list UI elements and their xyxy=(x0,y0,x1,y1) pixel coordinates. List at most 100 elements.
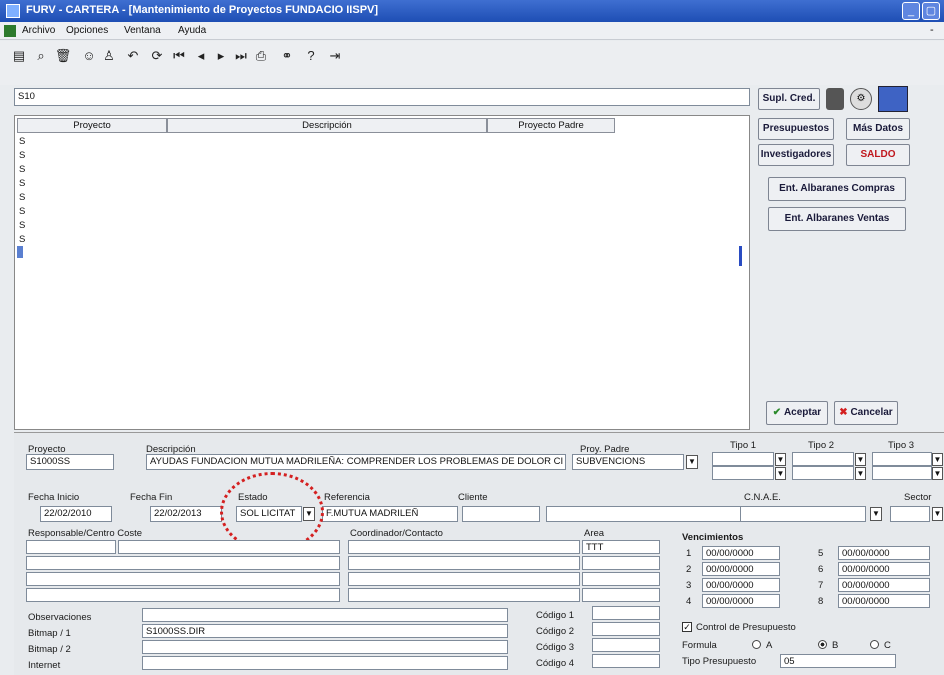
descripcion-field[interactable]: AYUDAS FUNDACION MUTUA MADRILEÑA: COMPRE… xyxy=(146,454,566,470)
table-row[interactable]: S xyxy=(19,220,25,231)
ent-albaranes-ventas-button[interactable]: Ent. Albaranes Ventas xyxy=(768,207,906,231)
tipo3-field-2[interactable] xyxy=(872,466,932,480)
mdi-minimize-button[interactable]: - xyxy=(930,24,934,36)
table-row[interactable]: S xyxy=(19,150,25,161)
vencimiento-field[interactable]: 00/00/0000 xyxy=(702,546,780,560)
table-row[interactable]: S xyxy=(19,192,25,203)
cancelar-button[interactable]: ✖ Cancelar xyxy=(834,401,898,425)
vencimiento-field[interactable]: 00/00/0000 xyxy=(702,594,780,608)
table-row[interactable]: S xyxy=(19,136,25,147)
area-field-4[interactable] xyxy=(582,588,660,602)
chevron-down-icon[interactable]: ▼ xyxy=(855,453,866,466)
column-header-descripcion[interactable]: Descripción xyxy=(167,118,487,133)
refresh-icon[interactable]: ⟳ xyxy=(148,47,166,65)
sector-field[interactable] xyxy=(890,506,930,522)
column-header-proyecto[interactable]: Proyecto xyxy=(17,118,167,133)
bitmap2-field[interactable] xyxy=(142,640,508,654)
bitmap1-field[interactable]: S1000SS.DIR xyxy=(142,624,508,638)
next-icon[interactable]: ▸ xyxy=(212,47,230,65)
chevron-down-icon[interactable]: ▼ xyxy=(932,507,943,521)
chevron-down-icon[interactable]: ▼ xyxy=(870,507,882,521)
binoculars-icon[interactable]: ⚭ xyxy=(278,47,296,65)
vencimiento-field[interactable]: 00/00/0000 xyxy=(838,546,930,560)
chevron-down-icon[interactable]: ▼ xyxy=(855,467,866,480)
settings-icon[interactable]: ⚙ xyxy=(850,88,872,110)
chevron-down-icon[interactable]: ▼ xyxy=(932,453,943,466)
investigadores-button[interactable]: Investigadores xyxy=(758,144,834,166)
saldo-button[interactable]: SALDO xyxy=(846,144,910,166)
codigo2-field[interactable] xyxy=(592,622,660,636)
fecha-fin-field[interactable]: 22/02/2013 xyxy=(150,506,222,522)
responsable-field-2[interactable] xyxy=(26,556,340,570)
responsable-field-3[interactable] xyxy=(26,572,340,586)
table-row[interactable]: S xyxy=(19,234,25,245)
vencimiento-field[interactable]: 00/00/0000 xyxy=(702,562,780,576)
first-icon[interactable]: ⏮ xyxy=(170,47,188,65)
chevron-down-icon[interactable]: ▼ xyxy=(775,467,786,480)
vencimiento-field[interactable]: 00/00/0000 xyxy=(838,594,930,608)
delete-icon[interactable]: 🗑 xyxy=(54,47,72,65)
control-presupuesto-checkbox[interactable]: ✓ xyxy=(682,622,692,632)
codigo1-field[interactable] xyxy=(592,606,660,620)
menu-archivo[interactable]: Archivo xyxy=(22,25,55,36)
mas-datos-button[interactable]: Más Datos xyxy=(846,118,910,140)
area-field-2[interactable] xyxy=(582,556,660,570)
prev-icon[interactable]: ◂ xyxy=(192,47,210,65)
trash-icon[interactable] xyxy=(826,88,844,110)
chevron-down-icon[interactable]: ▼ xyxy=(775,453,786,466)
codigo3-field[interactable] xyxy=(592,638,660,652)
responsable-field[interactable] xyxy=(26,540,116,554)
formula-a-radio[interactable] xyxy=(752,640,761,649)
vencimiento-field[interactable]: 00/00/0000 xyxy=(702,578,780,592)
cliente-field[interactable] xyxy=(462,506,540,522)
area-field[interactable]: TTT xyxy=(582,540,660,554)
fecha-inicio-field[interactable]: 22/02/2010 xyxy=(40,506,112,522)
tipo1-field-2[interactable] xyxy=(712,466,774,480)
proy-padre-field[interactable]: SUBVENCIONS xyxy=(572,454,684,470)
tipo3-field[interactable] xyxy=(872,452,932,466)
exit-icon[interactable]: ⇥ xyxy=(326,47,344,65)
observaciones-field[interactable] xyxy=(142,608,508,622)
chevron-down-icon[interactable]: ▼ xyxy=(686,455,698,469)
printer-icon[interactable]: ⎙ xyxy=(252,47,270,65)
coordinador-field[interactable] xyxy=(348,540,580,554)
supl-cred-button[interactable]: Supl. Cred. xyxy=(758,88,820,110)
restore-button[interactable]: ▢ xyxy=(922,2,940,20)
area-field-3[interactable] xyxy=(582,572,660,586)
tipo-presupuesto-field[interactable]: 05 xyxy=(780,654,896,668)
last-icon[interactable]: ⏭ xyxy=(232,47,250,65)
project-grid[interactable]: Proyecto Descripción Proyecto Padre S S … xyxy=(14,115,750,430)
user-icon[interactable]: ♙ xyxy=(100,47,118,65)
search-input[interactable]: S10 xyxy=(14,88,750,106)
minimize-button[interactable]: _ xyxy=(902,2,920,20)
calculator-icon[interactable] xyxy=(878,86,908,112)
codigo4-field[interactable] xyxy=(592,654,660,668)
users-icon[interactable]: ☺ xyxy=(80,47,98,65)
print-icon[interactable]: ▤ xyxy=(10,47,28,65)
formula-c-radio[interactable] xyxy=(870,640,879,649)
ent-albaranes-compras-button[interactable]: Ent. Albaranes Compras xyxy=(768,177,906,201)
presupuestos-button[interactable]: Presupuestos xyxy=(758,118,834,140)
responsable-name-field[interactable] xyxy=(118,540,340,554)
cnae-field[interactable] xyxy=(740,506,866,522)
find-icon[interactable]: ⌕ xyxy=(32,47,50,65)
coordinador-field-4[interactable] xyxy=(348,588,580,602)
tipo2-field[interactable] xyxy=(792,452,854,466)
column-header-proyecto-padre[interactable]: Proyecto Padre xyxy=(487,118,615,133)
internet-field[interactable] xyxy=(142,656,508,670)
menu-opciones[interactable]: Opciones xyxy=(66,25,108,36)
table-row[interactable]: S xyxy=(19,206,25,217)
help-icon[interactable]: ? xyxy=(302,47,320,65)
responsable-field-4[interactable] xyxy=(26,588,340,602)
formula-b-radio[interactable] xyxy=(818,640,827,649)
aceptar-button[interactable]: ✔ Aceptar xyxy=(766,401,828,425)
table-row[interactable]: S xyxy=(19,164,25,175)
vencimiento-field[interactable]: 00/00/0000 xyxy=(838,562,930,576)
vencimiento-field[interactable]: 00/00/0000 xyxy=(838,578,930,592)
menu-ayuda[interactable]: Ayuda xyxy=(178,25,206,36)
coordinador-field-3[interactable] xyxy=(348,572,580,586)
tipo1-field[interactable] xyxy=(712,452,774,466)
referencia-field[interactable]: F.MUTUA MADRILEÑ xyxy=(322,506,458,522)
coordinador-field-2[interactable] xyxy=(348,556,580,570)
chevron-down-icon[interactable]: ▼ xyxy=(932,467,943,480)
